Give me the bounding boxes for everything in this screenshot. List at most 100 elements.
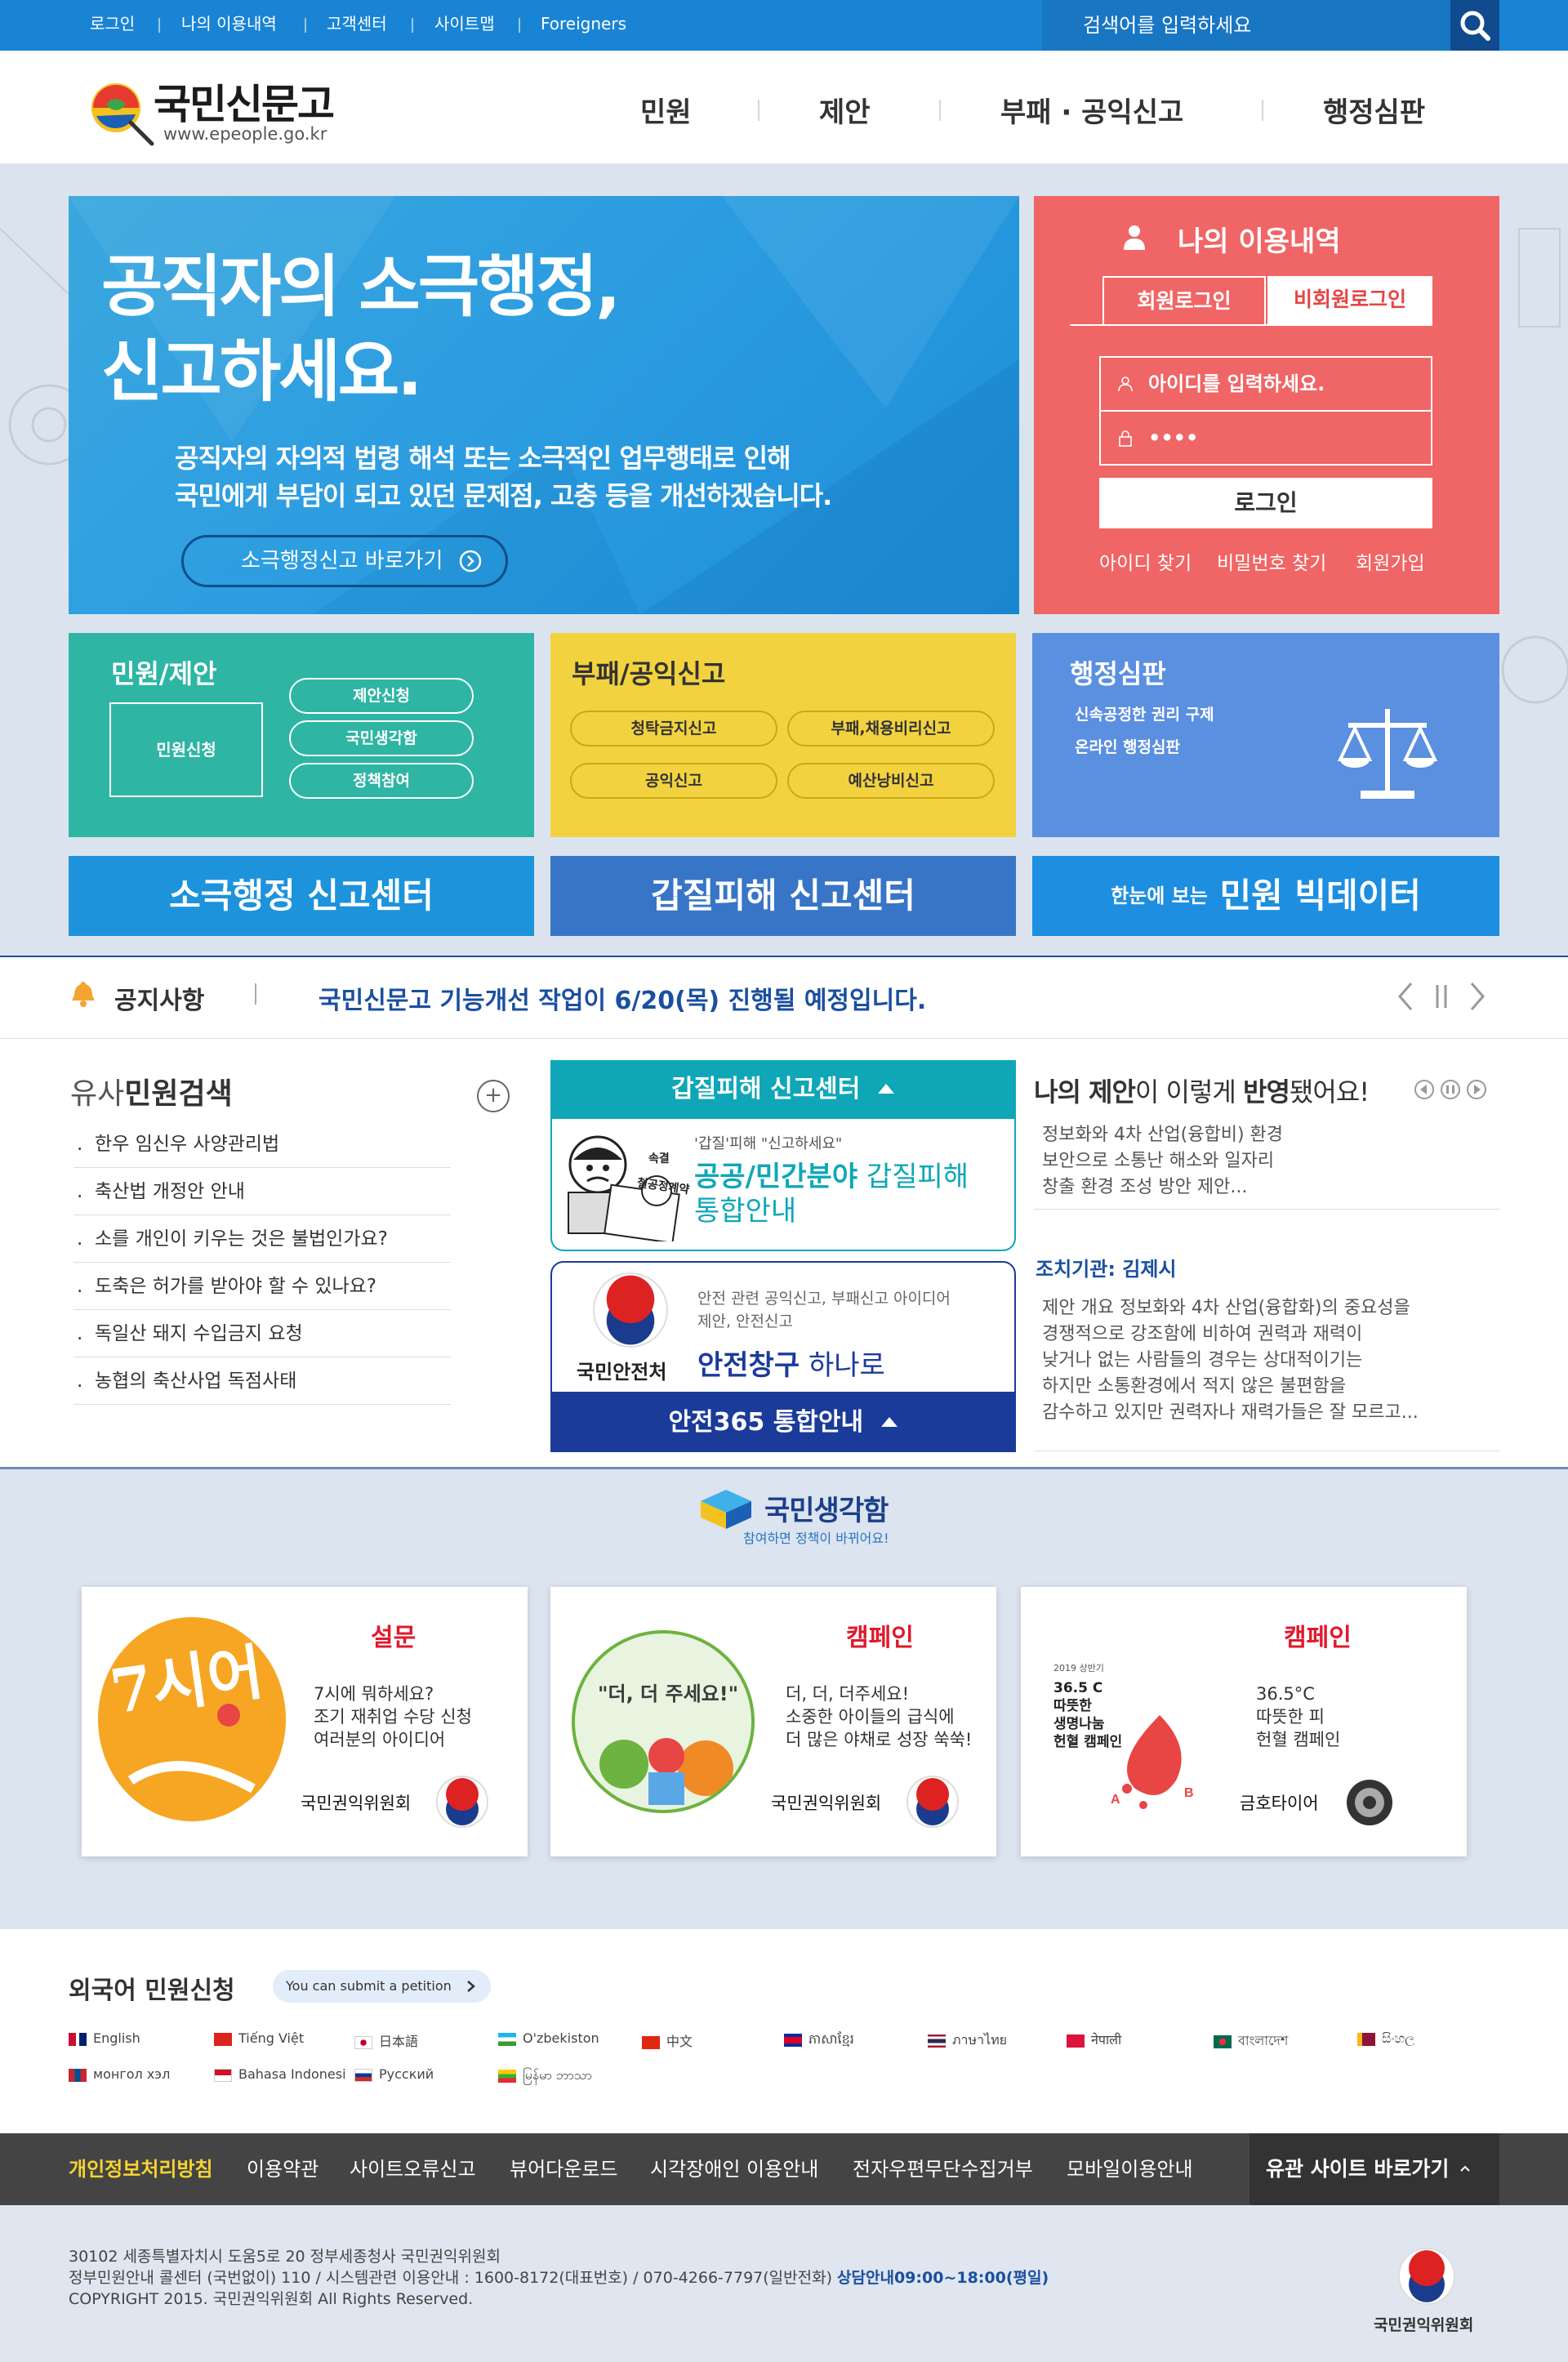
card-organization: 금호타이어 xyxy=(1240,1794,1319,1813)
lang-english[interactable]: English xyxy=(69,2030,140,2046)
list-item[interactable]: . 한우 임신우 사양관리법 xyxy=(74,1121,451,1168)
search-button[interactable] xyxy=(1450,0,1499,51)
corruption-hiring-report-button[interactable]: 부패,채용비리신고 xyxy=(787,711,995,746)
safety365-button[interactable]: 안전365 통합안내 xyxy=(550,1393,1016,1452)
admin-trial-desc-2: 온라인 행정심판 xyxy=(1075,738,1180,756)
notice-pause-button[interactable] xyxy=(1428,980,1457,1013)
nav-admin-trial[interactable]: 행정심판 xyxy=(1323,90,1425,130)
site-logo[interactable]: 국민신문고 www.epeople.go.kr xyxy=(82,72,351,147)
proposal-detail[interactable]: 제안 개요 정보화와 4차 산업(융합화)의 중요성을 경쟁적으로 강조함에 비하… xyxy=(1042,1295,1419,1426)
mobile-guide-link[interactable]: 모바일이용안내 xyxy=(1067,2133,1193,2205)
lang-myanmar[interactable]: မြန်မာ ဘာသာ xyxy=(498,2066,592,2086)
people-thought-button[interactable]: 국민생각함 xyxy=(289,720,474,756)
gapjil-center-button[interactable]: 갑질피해 신고센터 xyxy=(550,856,1016,936)
password-field[interactable]: •••• xyxy=(1099,410,1432,466)
footer-org: 국민권익위원회 xyxy=(1374,2316,1474,2334)
email-refusal-link[interactable]: 전자우편무단수집거부 xyxy=(853,2133,1033,2205)
budget-waste-report-button[interactable]: 예산낭비신고 xyxy=(787,763,995,799)
notice-next-button[interactable] xyxy=(1459,980,1491,1013)
blood-donation-illustration: A B xyxy=(1111,1715,1194,1809)
lang-nepali[interactable]: नेपाली xyxy=(1067,2030,1121,2048)
tab-member-login[interactable]: 회원로그인 xyxy=(1102,276,1266,325)
lang-russian[interactable]: Русский xyxy=(354,2066,434,2082)
notice-headline-link[interactable]: 국민신문고 기능개선 작업이 6/20(목) 진행될 예정입니다. xyxy=(318,980,926,1016)
arrow-circle-icon xyxy=(459,550,482,573)
lang-japanese[interactable]: 日本語 xyxy=(354,2030,418,2050)
civil-apply-button[interactable]: 민원신청 xyxy=(109,702,263,797)
find-id-link[interactable]: 아이디 찾기 xyxy=(1099,547,1192,575)
user-icon xyxy=(1124,225,1145,250)
government-emblem-icon xyxy=(906,1776,959,1828)
list-item[interactable]: . 농협의 축산사업 독점사태 xyxy=(74,1357,451,1405)
id-field[interactable]: 아이디를 입력하세요. xyxy=(1099,356,1432,412)
flag-icon xyxy=(1214,2034,1232,2048)
passive-admin-report-button[interactable]: 소극행정신고 바로가기 xyxy=(181,535,508,587)
submit-petition-badge[interactable]: You can submit a petition xyxy=(273,1970,491,2003)
nav-proposal[interactable]: 제안 xyxy=(819,90,871,130)
site-error-report-link[interactable]: 사이트오류신고 xyxy=(350,2133,476,2205)
lang-indonesian[interactable]: Bahasa Indonesi xyxy=(214,2066,346,2082)
logo-text: 국민신문고 xyxy=(154,80,335,128)
civil-bigdata-button[interactable]: 한눈에 보는 민원 빅데이터 xyxy=(1032,856,1499,936)
accessibility-guide-link[interactable]: 시각장애인 이용안내 xyxy=(650,2133,818,2205)
footer-address: 30102 세종특별자치시 도움5로 20 정부세종청사 국민권익위원회 xyxy=(69,2248,501,2266)
tab-nonmember-login[interactable]: 비회원로그인 xyxy=(1267,276,1432,325)
flag-icon xyxy=(498,2069,516,2083)
divider xyxy=(305,18,306,33)
people-thought-title: 국민생각함 xyxy=(764,1495,889,1527)
list-item[interactable]: . 축산법 개정안 안내 xyxy=(74,1168,451,1215)
lang-chinese[interactable]: 中文 xyxy=(642,2030,693,2050)
lang-bengali[interactable]: বাংলাদেশ xyxy=(1214,2030,1288,2052)
card-type: 설문 xyxy=(371,1624,416,1652)
search-input[interactable] xyxy=(1042,0,1450,51)
flag-icon xyxy=(498,2032,516,2046)
gapjil-section-header[interactable]: 갑질피해 신고센터 xyxy=(550,1060,1016,1119)
signup-link[interactable]: 회원가입 xyxy=(1356,547,1425,575)
lang-uzbek[interactable]: O'zbekiston xyxy=(498,2030,599,2046)
list-item[interactable]: . 소를 개인이 키우는 것은 불법인가요? xyxy=(74,1215,451,1263)
anti-graft-report-button[interactable]: 청탁금지신고 xyxy=(570,711,777,746)
user-icon xyxy=(1118,377,1133,392)
admin-trial-title: 행정심판 xyxy=(1070,658,1166,689)
government-emblem-icon xyxy=(593,1272,668,1348)
safety-headline: 안전창구 하나로 xyxy=(697,1349,885,1382)
illustration-stamp: 속결 xyxy=(648,1152,670,1165)
proposal-apply-button[interactable]: 제안신청 xyxy=(289,678,474,714)
logo-emblem-icon xyxy=(91,83,154,146)
proposal-summary[interactable]: 정보화와 4차 산업(융합비) 환경 보안으로 소통난 해소와 일자리 창출 환경 … xyxy=(1042,1122,1283,1201)
gapjil-subtitle: '갑질'피해 "신고하세요" xyxy=(694,1135,843,1152)
customer-center-link[interactable]: 고객센터 xyxy=(327,0,387,51)
lang-thai[interactable]: ภาษาไทย xyxy=(928,2030,1007,2051)
card-description: 7시에 뭐하세요? 조기 재취업 수당 신청 여러분의 아이디어 xyxy=(314,1684,472,1749)
divider xyxy=(1034,1209,1499,1210)
notice-prev-button[interactable] xyxy=(1393,980,1426,1013)
flag-icon xyxy=(354,2035,372,2049)
foreigners-link[interactable]: Foreigners xyxy=(541,0,626,51)
proposal-org: 조치기관: 김제시 xyxy=(1036,1258,1177,1281)
list-item[interactable]: . 도축은 허가를 받아야 할 수 있나요? xyxy=(74,1263,451,1310)
nav-corruption-report[interactable]: 부패 · 공익신고 xyxy=(1000,90,1183,130)
lang-sinhala[interactable]: සිංහල xyxy=(1357,2030,1414,2047)
terms-link[interactable]: 이용약관 xyxy=(247,2133,318,2205)
nav-civil[interactable]: 민원 xyxy=(640,90,692,130)
find-password-link[interactable]: 비밀번호 찾기 xyxy=(1217,547,1326,575)
privacy-policy-link[interactable]: 개인정보처리방침 xyxy=(69,2133,213,2205)
divider xyxy=(1262,100,1263,121)
lang-vietnamese[interactable]: Tiếng Việt xyxy=(214,2030,304,2046)
login-link[interactable]: 로그인 xyxy=(90,0,135,51)
campaign-image: "더, 더 주세요!" xyxy=(572,1630,755,1813)
lang-mongolian[interactable]: монгол хэл xyxy=(69,2066,170,2082)
lang-khmer[interactable]: ភាសាខ្មែរ xyxy=(784,2030,854,2050)
more-plus-icon[interactable]: + xyxy=(477,1080,510,1112)
passive-admin-center-button[interactable]: 소극행정 신고센터 xyxy=(69,856,534,936)
viewer-download-link[interactable]: 뷰어다운로드 xyxy=(510,2133,617,2205)
proposal-slider-controls[interactable] xyxy=(1413,1078,1488,1101)
my-history-link[interactable]: 나의 이용내역 xyxy=(181,0,277,51)
related-sites-dropdown[interactable]: 유관 사이트 바로가기 xyxy=(1250,2133,1499,2205)
sitemap-link[interactable]: 사이트맵 xyxy=(434,0,495,51)
list-item[interactable]: . 독일산 돼지 수입금지 요청 xyxy=(74,1310,451,1357)
public-interest-report-button[interactable]: 공익신고 xyxy=(570,763,777,799)
login-button[interactable]: 로그인 xyxy=(1099,478,1432,528)
lock-icon xyxy=(1119,430,1132,447)
policy-participation-button[interactable]: 정책참여 xyxy=(289,763,474,799)
